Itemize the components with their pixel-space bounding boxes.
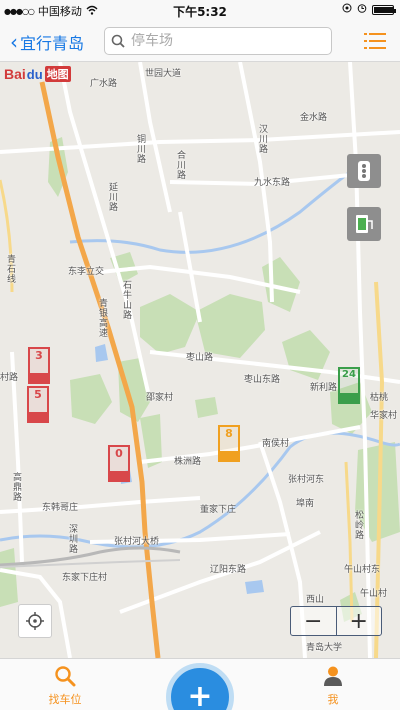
road-label: 西山 (306, 595, 325, 605)
road-label: 金水路 (300, 113, 328, 123)
road-label: 张村河东 (288, 475, 325, 485)
road-label: 青银高速 (97, 298, 107, 338)
road-label: 石牛山路 (121, 280, 131, 320)
battery-icon (372, 4, 396, 15)
road-label: 午山村东 (344, 565, 381, 575)
road-label: 青石线 (5, 254, 15, 284)
chevron-left-icon: ‹ (10, 30, 18, 54)
road-label: 株洲路 (174, 457, 202, 467)
baidu-map-logo: Bai du 地图 (4, 66, 71, 82)
back-button[interactable]: ‹ 宜行青岛 (10, 30, 84, 54)
road-label: 董家下庄 (200, 505, 237, 515)
road-label: 邵家村 (146, 393, 174, 403)
locate-button[interactable] (18, 604, 52, 638)
list-icon (364, 33, 367, 35)
search-icon (55, 666, 76, 687)
status-time: 下午5:32 (173, 5, 227, 19)
tab-label: 找车位 (48, 693, 82, 706)
road-label: 世园大道 (145, 69, 182, 79)
road-label: 广水路 (90, 79, 118, 89)
tab-label: 我 (327, 693, 339, 706)
back-label: 宜行青岛 (20, 34, 85, 53)
road-label: 午山村 (360, 589, 388, 599)
road-label: 东李立交 (68, 267, 105, 277)
navigation-bar: ‹ 宜行青岛 (0, 20, 400, 62)
map-view[interactable]: Bai du 地图 广水路 世园大道 金水路 铜川路 合川路 汉川路 九水东路 延川… (0, 62, 400, 658)
road-label: 合川路 (175, 150, 185, 180)
traffic-light-icon (358, 161, 370, 181)
road-label: 深圳路 (67, 524, 77, 554)
road-label: 九水东路 (254, 178, 291, 188)
road-label: 枣山东路 (244, 375, 281, 385)
traffic-light-button[interactable] (347, 154, 381, 188)
search-box[interactable] (104, 27, 332, 55)
zoom-control: − + (290, 606, 382, 636)
road-label: 东韩哥庄 (42, 503, 79, 513)
parking-marker[interactable]: 8 (218, 425, 242, 463)
poi-label: 青岛大学 (306, 643, 343, 653)
road-label: 东家下庄村 (62, 573, 108, 583)
paw-icon: du (26, 66, 43, 82)
road-label: 辽阳东路 (210, 565, 247, 575)
road-label: 铜川路 (135, 134, 145, 164)
zoom-in-button[interactable]: + (337, 607, 382, 635)
alarm-icon (357, 3, 367, 16)
plus-icon: + (187, 679, 213, 710)
location-icon (342, 3, 352, 16)
road-label: 村路 (0, 373, 19, 383)
charging-station-button[interactable] (347, 207, 381, 241)
road-label: 枯桃 (370, 393, 389, 403)
person-icon (324, 666, 342, 686)
road-label: 高鼎路 (11, 472, 21, 502)
app-root: ●●●○○ 中国移动 下午5:32 ‹ 宜行青岛 停车场 Bai du 地图 广… (0, 0, 400, 710)
road-label: 南侯村 (262, 439, 290, 449)
zoom-out-button[interactable]: − (291, 607, 336, 635)
tab-me[interactable]: 我 (298, 665, 368, 707)
crosshair-icon (26, 612, 44, 630)
road-label: 松岭路 (353, 510, 363, 540)
road-label: 华家村 (370, 411, 398, 421)
road-label: 新利路 (310, 383, 338, 393)
tab-find-parking[interactable]: 找车位 (30, 665, 100, 707)
road-label: 枣山路 (186, 353, 214, 363)
parking-marker[interactable]: 3 (28, 347, 52, 385)
road-label: 张村河大桥 (114, 537, 160, 547)
list-menu-button[interactable] (364, 31, 386, 51)
charging-station-icon (356, 215, 373, 233)
road-label: 延川路 (107, 182, 117, 212)
road-label: 埠南 (296, 499, 315, 509)
search-input[interactable] (131, 33, 321, 49)
parking-marker[interactable]: 0 (108, 445, 132, 483)
parking-marker[interactable]: 24 (338, 367, 362, 405)
status-bar: ●●●○○ 中国移动 下午5:32 (0, 0, 400, 20)
parking-marker[interactable]: 5 (27, 386, 51, 424)
search-icon (105, 34, 131, 48)
road-label: 汉川路 (257, 124, 267, 154)
